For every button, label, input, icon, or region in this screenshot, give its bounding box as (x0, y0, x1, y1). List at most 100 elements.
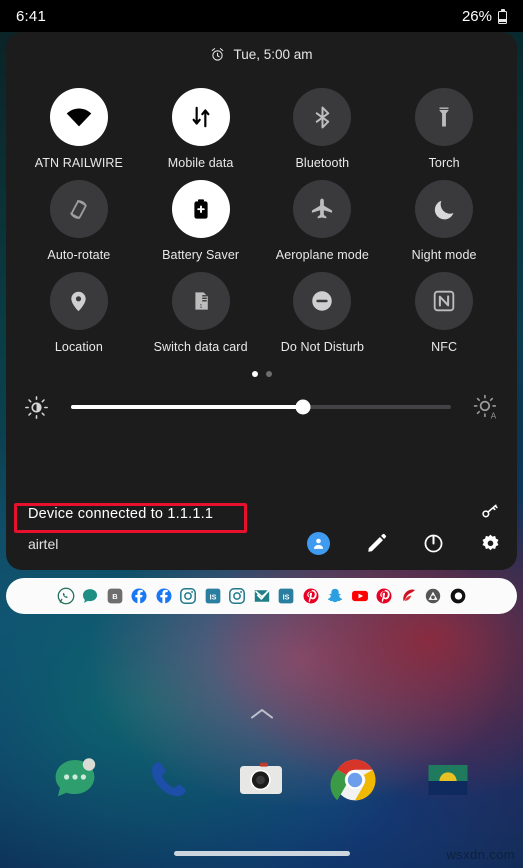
moon-icon (434, 200, 454, 219)
tile-auto-rotate[interactable]: Auto-rotate (18, 174, 140, 266)
svg-text:IS: IS (209, 592, 216, 601)
instagram-icon-2[interactable] (228, 587, 246, 605)
tile-do-not-disturb[interactable]: Do Not Disturb (262, 266, 384, 358)
quick-settings-header[interactable]: Tue, 5:00 am (6, 32, 517, 76)
svg-text:B: B (112, 592, 118, 601)
page-dot-2[interactable] (265, 371, 272, 377)
vpn-key-icon[interactable] (480, 502, 499, 521)
home-dock (0, 742, 523, 818)
tile-label: Night mode (411, 248, 477, 262)
flashlight-icon (439, 107, 449, 127)
brightness-slider-track[interactable] (71, 399, 451, 415)
whatsapp-icon[interactable] (57, 587, 75, 605)
is-app-icon-1[interactable]: IS (204, 587, 222, 605)
tile-nfc[interactable]: NFC (383, 266, 505, 358)
tile-label: Bluetooth (295, 156, 350, 170)
tile-icon-bg (293, 272, 352, 330)
alarm-clock-icon (212, 47, 224, 61)
b-app-icon[interactable]: B (106, 587, 124, 605)
messages-app-icon[interactable] (47, 752, 103, 808)
battery-low-icon (498, 8, 507, 24)
do-not-disturb-icon (312, 291, 333, 311)
tile-row: ATN RAILWIRE Mobile data Bluetooth Torch (18, 82, 505, 174)
alarm-text: Tue, 5:00 am (233, 46, 313, 62)
tile-row: Auto-rotate Battery Saver Aeroplane mode… (18, 174, 505, 266)
pencil-icon[interactable] (366, 533, 387, 554)
home-gesture-pill[interactable] (173, 851, 350, 856)
device-connected-text: Device connected to 1.1.1.1 (28, 506, 214, 522)
status-bar-clock: 6:41 (16, 7, 46, 25)
tile-label: Auto-rotate (47, 248, 111, 262)
battery-saver-icon (194, 199, 208, 219)
facebook-icon-1[interactable] (130, 587, 148, 605)
brightness-slider-fill (71, 405, 303, 409)
notification-app-icon-strip[interactable]: B IS IS (6, 578, 517, 614)
status-bar-right: 26% (462, 8, 507, 25)
youtube-icon[interactable] (351, 587, 369, 605)
status-bar: 6:41 26% (0, 0, 523, 32)
chat-icon[interactable] (81, 587, 99, 605)
tile-icon-bg (415, 272, 474, 330)
tile-icon-bg (415, 180, 474, 238)
pinterest-icon-1[interactable] (302, 587, 320, 605)
nfc-icon (433, 290, 455, 312)
tile-icon-bg (293, 180, 352, 238)
tile-battery-saver[interactable]: Battery Saver (140, 174, 262, 266)
phone-app-icon[interactable] (140, 752, 196, 808)
user-avatar[interactable] (307, 532, 330, 555)
quick-settings-tile-grid: ATN RAILWIRE Mobile data Bluetooth Torch… (6, 76, 517, 358)
brightness-slider-row[interactable]: A (6, 390, 517, 424)
tile-aeroplane-mode[interactable]: Aeroplane mode (262, 174, 384, 266)
power-icon[interactable] (423, 533, 444, 554)
ring-app-icon[interactable] (449, 587, 467, 605)
snapchat-icon[interactable] (326, 587, 344, 605)
footer-action-buttons (307, 532, 501, 555)
tile-wifi[interactable]: ATN RAILWIRE (18, 82, 140, 174)
gear-icon[interactable] (480, 533, 501, 554)
mail-check-icon[interactable] (253, 587, 271, 605)
svg-text:A: A (491, 411, 497, 420)
tile-icon-bg (171, 180, 230, 238)
pinterest-icon-2[interactable] (375, 587, 393, 605)
tile-night-mode[interactable]: Night mode (383, 174, 505, 266)
battery-percent-label: 26% (461, 7, 492, 25)
svg-text:1: 1 (199, 304, 202, 310)
mobile-data-icon (192, 106, 210, 128)
chrome-app-icon[interactable] (327, 752, 383, 808)
camera-app-icon[interactable] (233, 752, 289, 808)
tile-icon-bg (415, 88, 474, 146)
brightness-auto-icon[interactable]: A (473, 394, 499, 420)
chevron-up-icon[interactable] (249, 706, 275, 722)
quick-settings-page-dots (6, 370, 517, 378)
tile-torch[interactable]: Torch (383, 82, 505, 174)
tile-label: NFC (431, 340, 458, 354)
tile-icon-bg (171, 88, 230, 146)
wifi-icon (66, 108, 92, 127)
bluetooth-icon (315, 106, 330, 128)
svg-text:IS: IS (283, 592, 290, 601)
tile-label: Aeroplane mode (275, 248, 369, 262)
tile-label: Switch data card (153, 340, 248, 354)
brightness-low-icon (25, 395, 48, 419)
brightness-slider-thumb[interactable] (295, 399, 311, 415)
tile-switch-data-card[interactable]: 1 Switch data card (140, 266, 262, 358)
gallery-app-icon[interactable] (420, 752, 476, 808)
watermark: wsxdn.com (446, 847, 515, 862)
tile-icon-bg (49, 272, 108, 330)
page-dot-1[interactable] (251, 371, 258, 377)
tile-label: Torch (428, 156, 460, 170)
tile-label: Do Not Disturb (280, 340, 365, 354)
is-app-icon-2[interactable]: IS (277, 587, 295, 605)
red-app-icon[interactable] (400, 587, 418, 605)
triangle-app-icon[interactable] (424, 587, 442, 605)
tile-mobile-data[interactable]: Mobile data (140, 82, 262, 174)
tile-label: Location (54, 340, 103, 354)
sim-card-icon: 1 (195, 292, 208, 310)
tile-location[interactable]: Location (18, 266, 140, 358)
tile-label: Mobile data (167, 156, 234, 170)
carrier-label: airtel (28, 536, 59, 552)
tile-bluetooth[interactable]: Bluetooth (262, 82, 384, 174)
facebook-icon-2[interactable] (155, 587, 173, 605)
instagram-icon-1[interactable] (179, 587, 197, 605)
airplane-icon (312, 198, 333, 219)
